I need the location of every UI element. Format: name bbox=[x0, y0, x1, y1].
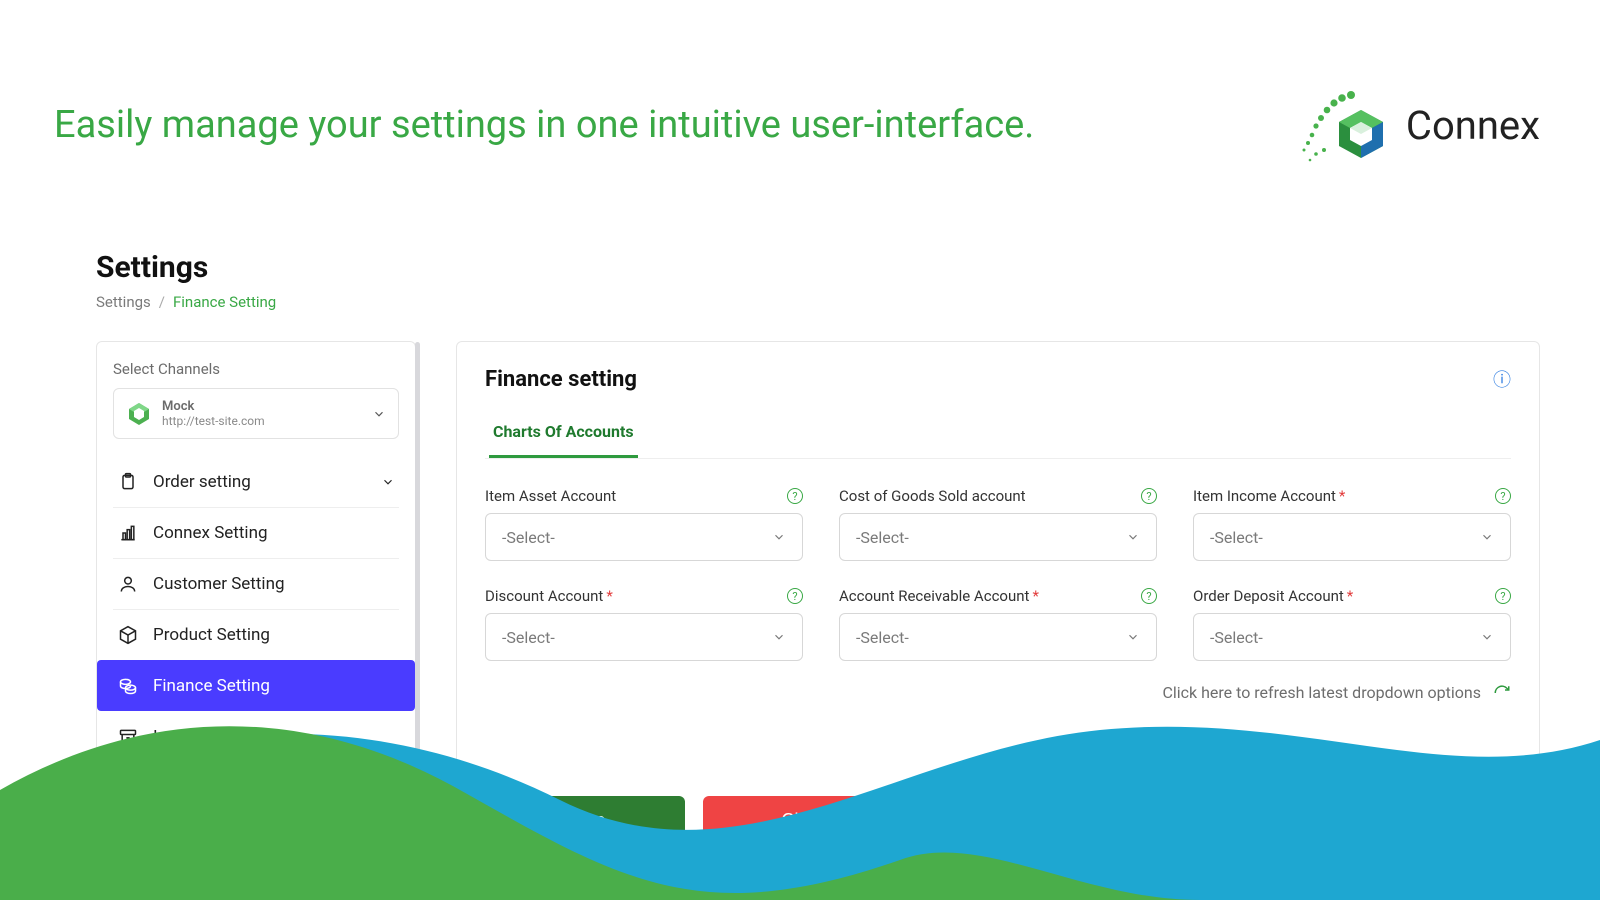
field-cogs-account: Cost of Goods Sold account ? -Select- bbox=[839, 487, 1157, 561]
breadcrumb: Settings / Finance Setting bbox=[96, 293, 1600, 311]
field-ar-account: Account Receivable Account* ? -Select- bbox=[839, 587, 1157, 661]
field-discount-account: Discount Account* ? -Select- bbox=[485, 587, 803, 661]
channel-url: http://test-site.com bbox=[162, 414, 265, 428]
sidebar-item-order-setting[interactable]: Order setting bbox=[113, 457, 399, 507]
page-title: Settings bbox=[96, 250, 1600, 285]
box-icon bbox=[117, 624, 139, 646]
help-icon[interactable]: ? bbox=[1495, 488, 1511, 504]
select-placeholder: -Select- bbox=[856, 628, 909, 647]
select-order-deposit-account[interactable]: -Select- bbox=[1193, 613, 1511, 661]
chevron-down-icon bbox=[381, 475, 395, 489]
help-icon[interactable]: ? bbox=[1141, 488, 1157, 504]
sidebar-item-product-setting[interactable]: Product Setting bbox=[113, 609, 399, 660]
archive-icon bbox=[117, 726, 139, 748]
help-icon[interactable]: ? bbox=[787, 488, 803, 504]
tasks-icon bbox=[117, 828, 139, 850]
field-label: Item Asset Account bbox=[485, 487, 616, 505]
chevron-down-icon bbox=[372, 407, 386, 421]
chevron-down-icon bbox=[1480, 630, 1494, 644]
field-order-deposit-account: Order Deposit Account* ? -Select- bbox=[1193, 587, 1511, 661]
select-placeholder: -Select- bbox=[856, 528, 909, 547]
sidebar-item-label: Tasks bbox=[153, 829, 198, 849]
sidebar: Select Channels Mock http://test-site.co… bbox=[96, 341, 416, 865]
refresh-text[interactable]: Click here to refresh latest dropdown op… bbox=[1162, 683, 1481, 702]
sidebar-item-pending-order[interactable]: Pending Order bbox=[113, 762, 399, 813]
field-item-income-account: Item Income Account* ? -Select- bbox=[1193, 487, 1511, 561]
chevron-down-icon bbox=[772, 530, 786, 544]
field-label: Discount Account* bbox=[485, 587, 613, 605]
channel-logo-icon bbox=[126, 401, 152, 427]
brand-block: Connex bbox=[1294, 80, 1540, 170]
select-placeholder: -Select- bbox=[502, 528, 555, 547]
chevron-down-icon bbox=[1126, 530, 1140, 544]
brand-name: Connex bbox=[1406, 102, 1540, 149]
channel-name: Mock bbox=[162, 399, 265, 414]
select-item-income-account[interactable]: -Select- bbox=[1193, 513, 1511, 561]
sidebar-item-label: Order setting bbox=[153, 472, 251, 492]
field-label: Account Receivable Account* bbox=[839, 587, 1039, 605]
help-icon[interactable]: ? bbox=[1495, 588, 1511, 604]
sidebar-item-label: Product Setting bbox=[153, 625, 270, 645]
sidebar-item-inventory-setting[interactable]: Inventory Setting bbox=[113, 711, 399, 762]
select-item-asset-account[interactable]: -Select- bbox=[485, 513, 803, 561]
clipboard-icon bbox=[117, 471, 139, 493]
chart-icon bbox=[117, 522, 139, 544]
sidebar-item-connex-setting[interactable]: Connex Setting bbox=[113, 507, 399, 558]
select-placeholder: -Select- bbox=[1210, 628, 1263, 647]
channel-select[interactable]: Mock http://test-site.com bbox=[113, 388, 399, 439]
field-label: Item Income Account* bbox=[1193, 487, 1345, 505]
brand-logo bbox=[1294, 80, 1394, 170]
sidebar-item-label: Finance Setting bbox=[153, 676, 270, 696]
sidebar-select-label: Select Channels bbox=[113, 360, 399, 378]
sidebar-item-label: Inventory Setting bbox=[153, 727, 280, 747]
field-label: Cost of Goods Sold account bbox=[839, 487, 1026, 505]
refresh-icon[interactable] bbox=[1493, 684, 1511, 702]
chevron-down-icon bbox=[1480, 530, 1494, 544]
main-panel: Finance setting ⓘ Charts Of Accounts Ite… bbox=[456, 341, 1540, 841]
clear-button[interactable]: Clear bbox=[703, 796, 903, 844]
sidebar-item-label: Pending Order bbox=[153, 778, 261, 798]
main-title: Finance setting bbox=[485, 367, 637, 392]
save-button[interactable]: Save bbox=[485, 796, 685, 844]
sidebar-item-label: Connex Setting bbox=[153, 523, 268, 543]
sidebar-item-customer-setting[interactable]: Customer Setting bbox=[113, 558, 399, 609]
user-icon bbox=[117, 573, 139, 595]
select-cogs-account[interactable]: -Select- bbox=[839, 513, 1157, 561]
tab-charts-of-accounts[interactable]: Charts Of Accounts bbox=[489, 412, 638, 458]
chevron-down-icon bbox=[772, 630, 786, 644]
select-discount-account[interactable]: -Select- bbox=[485, 613, 803, 661]
clock-box-icon bbox=[117, 777, 139, 799]
field-item-asset-account: Item Asset Account ? -Select- bbox=[485, 487, 803, 561]
breadcrumb-root[interactable]: Settings bbox=[96, 293, 151, 311]
help-icon[interactable]: ? bbox=[787, 588, 803, 604]
breadcrumb-separator: / bbox=[159, 293, 165, 311]
info-icon[interactable]: ⓘ bbox=[1493, 366, 1511, 392]
select-ar-account[interactable]: -Select- bbox=[839, 613, 1157, 661]
sidebar-item-label: Customer Setting bbox=[153, 574, 285, 594]
coins-icon bbox=[117, 675, 139, 697]
sidebar-item-finance-setting[interactable]: Finance Setting bbox=[97, 660, 415, 711]
help-icon[interactable]: ? bbox=[1141, 588, 1157, 604]
select-placeholder: -Select- bbox=[502, 628, 555, 647]
hero-headline: Easily manage your settings in one intui… bbox=[54, 103, 1034, 147]
sidebar-item-tasks[interactable]: Tasks bbox=[113, 813, 399, 864]
breadcrumb-current: Finance Setting bbox=[173, 293, 276, 311]
chevron-down-icon bbox=[1126, 630, 1140, 644]
field-label: Order Deposit Account* bbox=[1193, 587, 1353, 605]
select-placeholder: -Select- bbox=[1210, 528, 1263, 547]
